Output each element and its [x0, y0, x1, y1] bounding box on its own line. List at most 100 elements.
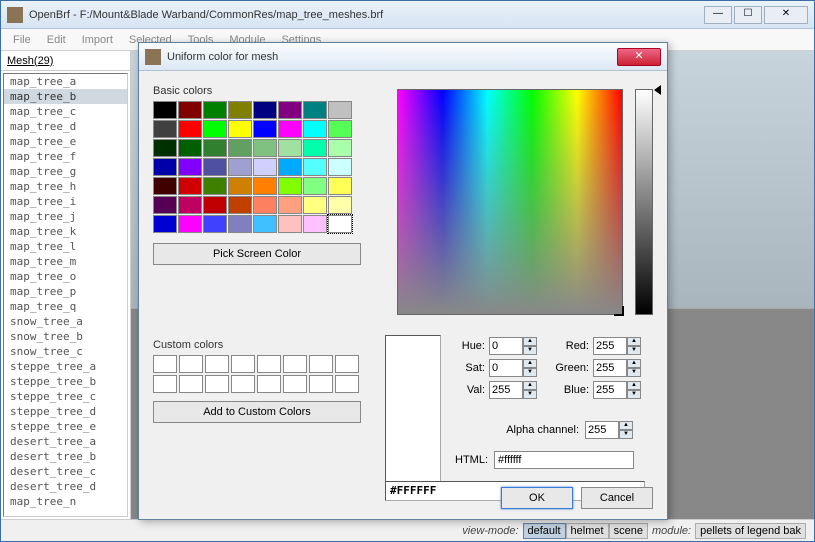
basic-color-swatch[interactable] [253, 196, 277, 214]
list-item[interactable]: desert_tree_b [4, 449, 127, 464]
basic-color-swatch[interactable] [303, 158, 327, 176]
val-down-icon[interactable]: ▼ [523, 390, 537, 399]
custom-color-swatch[interactable] [179, 375, 203, 393]
basic-color-swatch[interactable] [328, 120, 352, 138]
val-input[interactable] [489, 381, 523, 399]
basic-color-swatch[interactable] [278, 196, 302, 214]
list-item[interactable]: map_tree_o [4, 269, 127, 284]
basic-color-swatch[interactable] [203, 120, 227, 138]
basic-color-swatch[interactable] [253, 101, 277, 119]
list-item[interactable]: map_tree_f [4, 149, 127, 164]
basic-color-swatch[interactable] [328, 158, 352, 176]
basic-color-swatch[interactable] [303, 177, 327, 195]
basic-color-swatch[interactable] [253, 158, 277, 176]
list-item[interactable]: steppe_tree_e [4, 419, 127, 434]
green-up-icon[interactable]: ▲ [627, 359, 641, 368]
basic-color-swatch[interactable] [328, 101, 352, 119]
alpha-down-icon[interactable]: ▼ [619, 430, 633, 439]
list-item[interactable]: snow_tree_a [4, 314, 127, 329]
blue-down-icon[interactable]: ▼ [627, 390, 641, 399]
basic-color-swatch[interactable] [303, 215, 327, 233]
basic-color-swatch[interactable] [178, 177, 202, 195]
basic-color-swatch[interactable] [153, 139, 177, 157]
basic-color-swatch[interactable] [153, 196, 177, 214]
basic-color-swatch[interactable] [328, 196, 352, 214]
list-item[interactable]: map_tree_c [4, 104, 127, 119]
basic-color-swatch[interactable] [278, 120, 302, 138]
list-item[interactable]: map_tree_k [4, 224, 127, 239]
custom-color-swatch[interactable] [205, 355, 229, 373]
basic-color-swatch[interactable] [203, 101, 227, 119]
custom-color-swatch[interactable] [335, 355, 359, 373]
basic-color-swatch[interactable] [328, 215, 352, 233]
basic-color-swatch[interactable] [178, 215, 202, 233]
alpha-up-icon[interactable]: ▲ [619, 421, 633, 430]
list-item[interactable]: map_tree_e [4, 134, 127, 149]
basic-color-swatch[interactable] [253, 177, 277, 195]
basic-color-swatch[interactable] [153, 101, 177, 119]
list-item[interactable]: steppe_tree_c [4, 389, 127, 404]
basic-color-swatch[interactable] [153, 158, 177, 176]
module-selector[interactable]: pellets of legend bak [695, 523, 806, 539]
html-input[interactable] [494, 451, 634, 469]
basic-color-swatch[interactable] [303, 196, 327, 214]
blue-input[interactable] [593, 381, 627, 399]
basic-color-swatch[interactable] [203, 196, 227, 214]
custom-color-swatch[interactable] [153, 355, 177, 373]
basic-color-swatch[interactable] [328, 139, 352, 157]
custom-color-swatch[interactable] [309, 355, 333, 373]
list-item[interactable]: steppe_tree_d [4, 404, 127, 419]
basic-color-swatch[interactable] [303, 139, 327, 157]
green-down-icon[interactable]: ▼ [627, 368, 641, 377]
basic-color-swatch[interactable] [203, 139, 227, 157]
add-custom-colors-button[interactable]: Add to Custom Colors [153, 401, 361, 423]
basic-color-swatch[interactable] [228, 120, 252, 138]
basic-color-swatch[interactable] [278, 139, 302, 157]
custom-color-swatch[interactable] [257, 355, 281, 373]
basic-color-swatch[interactable] [228, 196, 252, 214]
list-item[interactable]: map_tree_j [4, 209, 127, 224]
basic-color-swatch[interactable] [153, 177, 177, 195]
basic-color-swatch[interactable] [303, 120, 327, 138]
basic-color-swatch[interactable] [253, 139, 277, 157]
val-up-icon[interactable]: ▲ [523, 381, 537, 390]
basic-color-swatch[interactable] [153, 215, 177, 233]
list-item[interactable]: steppe_tree_b [4, 374, 127, 389]
list-item[interactable]: map_tree_b [4, 89, 127, 104]
ok-button[interactable]: OK [501, 487, 573, 509]
maximize-button[interactable]: ☐ [734, 6, 762, 24]
basic-color-swatch[interactable] [228, 158, 252, 176]
list-item[interactable]: map_tree_p [4, 284, 127, 299]
basic-color-swatch[interactable] [178, 120, 202, 138]
viewmode-default[interactable]: default [523, 523, 566, 539]
basic-color-swatch[interactable] [178, 196, 202, 214]
basic-color-swatch[interactable] [203, 215, 227, 233]
list-item[interactable]: map_tree_q [4, 299, 127, 314]
alpha-input[interactable] [585, 421, 619, 439]
red-input[interactable] [593, 337, 627, 355]
list-item[interactable]: map_tree_n [4, 494, 127, 509]
basic-color-swatch[interactable] [203, 177, 227, 195]
list-item[interactable]: desert_tree_a [4, 434, 127, 449]
close-button[interactable]: ✕ [764, 6, 808, 24]
basic-color-swatch[interactable] [228, 215, 252, 233]
custom-color-swatch[interactable] [231, 375, 255, 393]
viewmode-helmet[interactable]: helmet [566, 523, 609, 539]
custom-color-swatch[interactable] [283, 375, 307, 393]
list-item[interactable]: snow_tree_b [4, 329, 127, 344]
list-item[interactable]: steppe_tree_a [4, 359, 127, 374]
basic-color-swatch[interactable] [278, 101, 302, 119]
pick-screen-color-button[interactable]: Pick Screen Color [153, 243, 361, 265]
basic-color-swatch[interactable] [228, 101, 252, 119]
basic-color-swatch[interactable] [253, 215, 277, 233]
hue-up-icon[interactable]: ▲ [523, 337, 537, 346]
custom-color-swatch[interactable] [205, 375, 229, 393]
basic-color-swatch[interactable] [328, 177, 352, 195]
sat-up-icon[interactable]: ▲ [523, 359, 537, 368]
color-gradient-picker[interactable] [397, 89, 623, 315]
basic-color-swatch[interactable] [228, 177, 252, 195]
custom-color-swatch[interactable] [153, 375, 177, 393]
basic-color-swatch[interactable] [278, 158, 302, 176]
custom-color-swatch[interactable] [257, 375, 281, 393]
basic-color-swatch[interactable] [178, 101, 202, 119]
